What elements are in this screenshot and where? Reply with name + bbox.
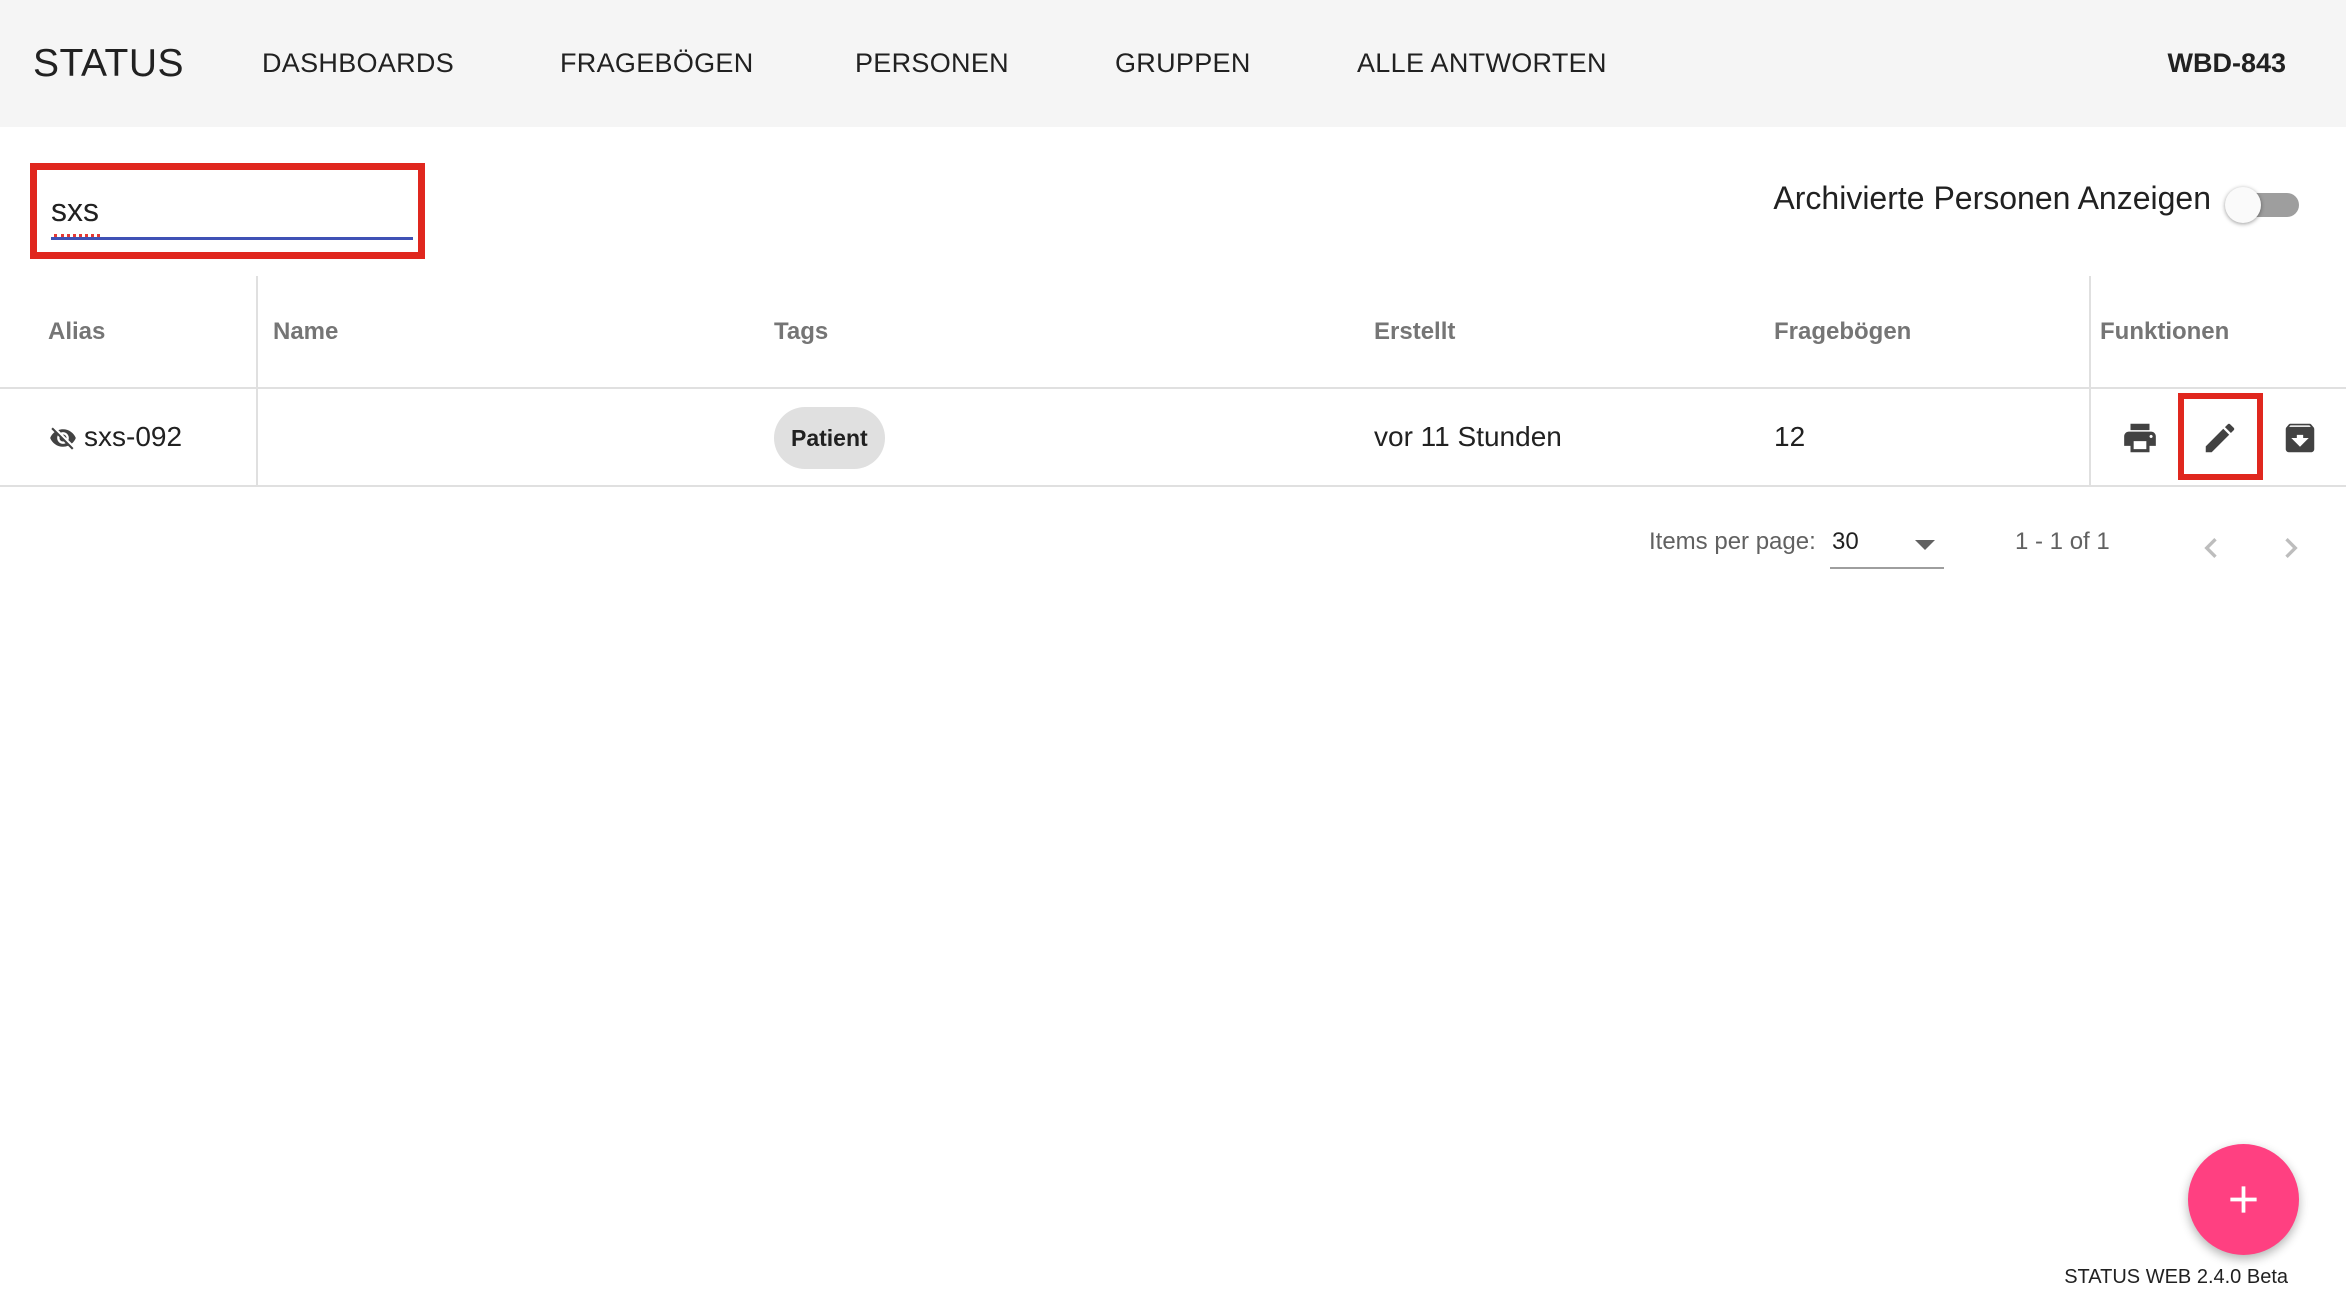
next-page-button[interactable]: [2263, 520, 2319, 576]
nav-frageboegen[interactable]: FRAGEBÖGEN: [560, 0, 754, 127]
print-icon: [2124, 423, 2156, 453]
row-created: vor 11 Stunden: [1374, 421, 1562, 452]
table-row[interactable]: sxs-092 Patient vor 11 Stunden 12: [0, 389, 2346, 487]
column-header-funktionen: Funktionen: [2100, 318, 2230, 345]
visibility-off-icon: [50, 427, 76, 450]
previous-page-button[interactable]: [2183, 520, 2239, 576]
search-input-underline: [51, 237, 413, 240]
column-header-tags[interactable]: Tags: [774, 276, 828, 387]
archive-icon: [2285, 423, 2315, 453]
nav-alle-antworten[interactable]: ALLE ANTWORTEN: [1357, 0, 1607, 127]
add-person-button[interactable]: [2188, 1144, 2299, 1255]
chevron-left-icon: [2204, 538, 2217, 558]
page-size-select[interactable]: 30: [1830, 520, 1944, 570]
column-header-alias[interactable]: Alias: [48, 276, 105, 387]
edit-highlight-box: [2178, 393, 2263, 480]
plus-icon: [2230, 1186, 2257, 1213]
print-button[interactable]: [2110, 408, 2170, 468]
items-per-page-label: Items per page:: [1649, 528, 1816, 555]
app-brand[interactable]: STATUS: [33, 0, 184, 127]
nav-personen[interactable]: PERSONEN: [855, 0, 1009, 127]
search-highlight-box: [30, 163, 425, 259]
archive-toggle-label: Archivierte Personen Anzeigen: [1773, 180, 2211, 216]
archive-button[interactable]: [2270, 408, 2330, 468]
top-navigation: STATUS DASHBOARDS FRAGEBÖGEN PERSONEN GR…: [0, 0, 2346, 127]
row-alias[interactable]: sxs-092: [84, 389, 182, 485]
page-range: 1 - 1 of 1: [2015, 528, 2110, 555]
toggle-thumb[interactable]: [2225, 187, 2261, 223]
column-header-frageboegen[interactable]: Fragebögen: [1774, 276, 1911, 387]
select-underline: [1830, 567, 1944, 569]
page-size-value: 30: [1832, 528, 1859, 555]
column-header-erstellt[interactable]: Erstellt: [1374, 276, 1455, 387]
tag-chip[interactable]: Patient: [774, 407, 885, 469]
chevron-right-icon: [2285, 538, 2298, 558]
row-questionnaires: 12: [1774, 421, 1806, 452]
app-version: STATUS WEB 2.4.0 Beta: [2064, 1266, 2288, 1288]
dropdown-arrow-icon: [1915, 540, 1935, 550]
search-input[interactable]: [51, 188, 413, 232]
nav-dashboards[interactable]: DASHBOARDS: [262, 0, 454, 127]
user-id[interactable]: WBD-843: [2167, 0, 2286, 127]
table-header: Alias Name Tags Erstellt Fragebögen Funk…: [0, 276, 2346, 389]
column-header-name[interactable]: Name: [273, 276, 338, 387]
archive-toggle[interactable]: [2225, 187, 2299, 223]
nav-gruppen[interactable]: GRUPPEN: [1115, 0, 1251, 127]
